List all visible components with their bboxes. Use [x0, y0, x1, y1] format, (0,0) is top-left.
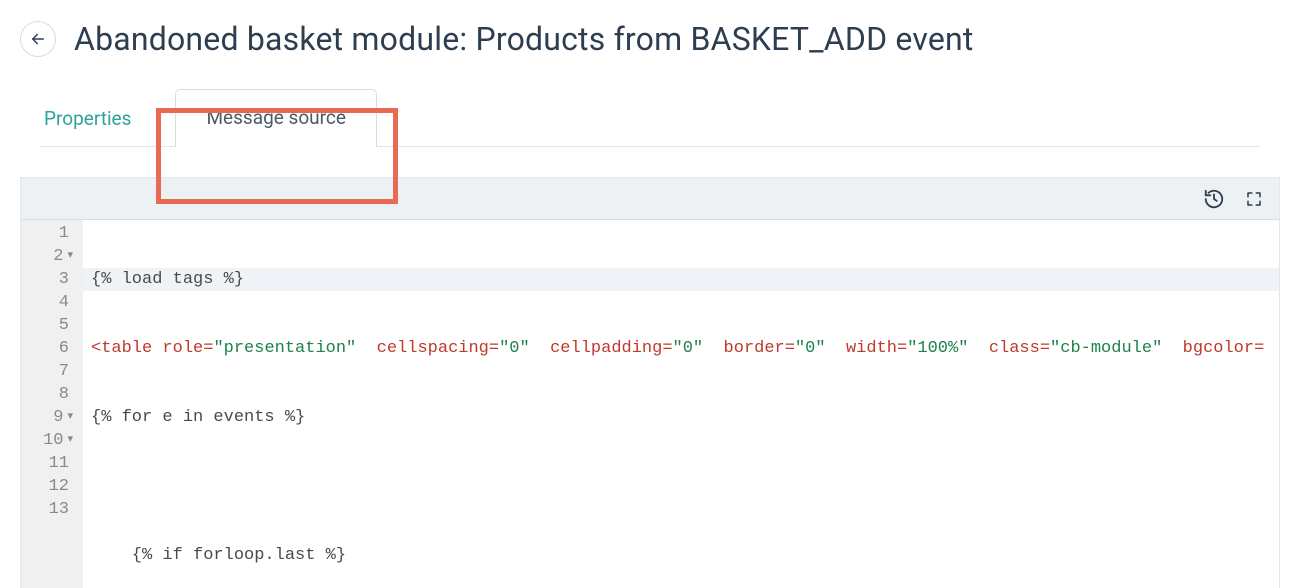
code-line: {% for e in events %}: [83, 406, 1279, 429]
code-editor-panel: 12▾3456789▾10▾111213 {% load tags %} <ta…: [20, 177, 1280, 588]
line-gutter: 12▾3456789▾10▾111213: [21, 220, 83, 588]
code-line: {% load tags %}: [83, 268, 1279, 291]
gutter-line: 12: [37, 475, 73, 498]
gutter-line: 2▾: [37, 245, 73, 268]
tab-properties[interactable]: Properties: [40, 93, 135, 146]
gutter-line: 3: [37, 268, 73, 291]
gutter-line: 7: [37, 360, 73, 383]
code-line: {% if forloop.last %}: [83, 544, 1279, 567]
fullscreen-icon[interactable]: [1243, 188, 1265, 210]
gutter-line: 5: [37, 314, 73, 337]
editor-toolbar: [21, 178, 1279, 220]
code-editor[interactable]: 12▾3456789▾10▾111213 {% load tags %} <ta…: [21, 220, 1279, 588]
gutter-line: 1: [37, 222, 73, 245]
code-content[interactable]: {% load tags %} <table role="presentatio…: [83, 220, 1279, 588]
gutter-line: 6: [37, 337, 73, 360]
gutter-line: 13: [37, 498, 73, 521]
gutter-line: 4: [37, 291, 73, 314]
tab-bar: Properties Message source: [40, 88, 1260, 147]
gutter-line: 11: [37, 452, 73, 475]
page-title: Abandoned basket module: Products from B…: [74, 20, 974, 58]
back-button[interactable]: [20, 21, 56, 57]
code-line: [83, 475, 1279, 498]
gutter-line: 9▾: [37, 406, 73, 429]
history-icon[interactable]: [1203, 188, 1225, 210]
arrow-left-icon: [29, 30, 47, 48]
gutter-line: 8: [37, 383, 73, 406]
code-line: <table role="presentation" cellspacing="…: [83, 337, 1279, 360]
tab-message-source[interactable]: Message source: [175, 89, 376, 147]
gutter-line: 10▾: [37, 429, 73, 452]
